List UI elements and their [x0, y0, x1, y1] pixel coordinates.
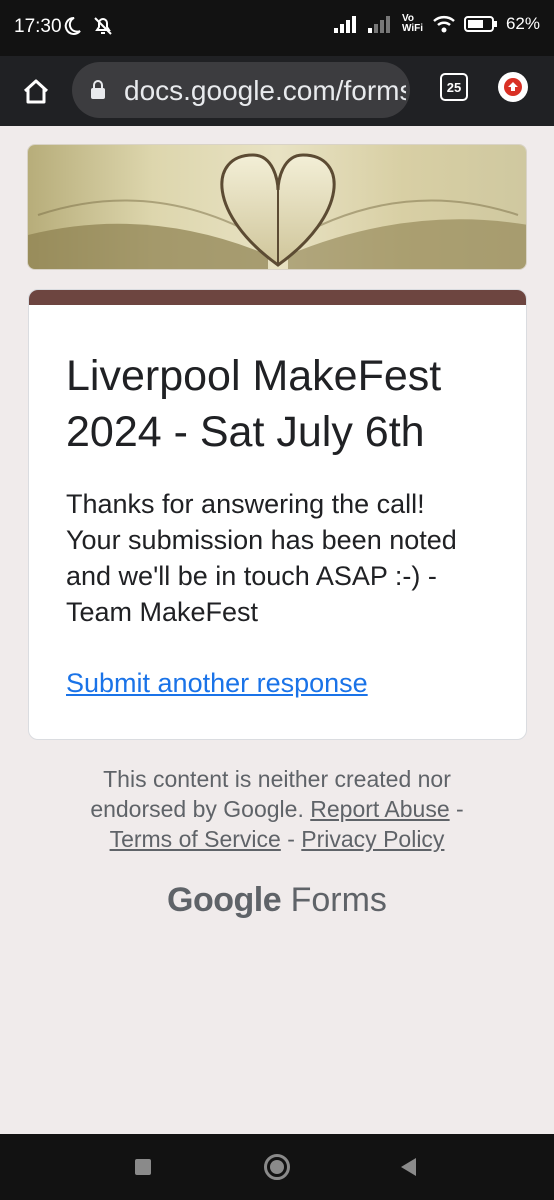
browser-toolbar: docs.google.com/forms 25 [0, 56, 554, 126]
status-icons-left [62, 16, 114, 36]
upload-arrow-icon [504, 78, 522, 96]
submit-another-response-link[interactable]: Submit another response [66, 668, 368, 699]
system-nav-bar [0, 1134, 554, 1200]
card-accent-bar [29, 290, 526, 305]
home-button[interactable] [14, 70, 58, 114]
google-wordmark: Google [167, 881, 282, 919]
form-title: Liverpool MakeFest 2024 - Sat July 6th [66, 352, 442, 456]
url-bar[interactable]: docs.google.com/forms [72, 62, 410, 118]
form-confirmation-card: Liverpool MakeFest 2024 - Sat July 6th T… [28, 289, 527, 740]
report-abuse-link[interactable]: Report Abuse [310, 796, 449, 822]
home-nav-button[interactable] [264, 1154, 290, 1180]
battery-percent: 62% [505, 14, 540, 33]
tab-switcher-button[interactable]: 25 [440, 73, 468, 101]
form-header-image [27, 144, 527, 270]
vowifi-label: Vo WiFi [401, 13, 423, 34]
recents-button[interactable] [135, 1159, 151, 1175]
forms-wordmark: Forms [290, 881, 387, 919]
muted-bell-icon [94, 17, 112, 35]
status-bar: 17:30 Vo WiFi 62% [0, 0, 554, 56]
google-forms-logo[interactable]: Google Forms [0, 881, 554, 920]
home-icon [23, 79, 49, 104]
wifi-icon [433, 16, 455, 33]
moon-icon [64, 16, 81, 35]
signal-icon-secondary [367, 16, 390, 33]
lock-icon [91, 80, 105, 99]
status-time: 17:30 [14, 16, 62, 37]
signal-icon [333, 16, 356, 33]
open-book-heart-image [28, 145, 526, 269]
back-button[interactable] [401, 1158, 416, 1176]
footer-disclaimer: This content is neither created nor endo… [90, 766, 464, 852]
battery-icon [463, 16, 497, 32]
update-button[interactable] [498, 72, 528, 102]
status-right: Vo WiFi 62% [333, 13, 540, 34]
confirmation-message: Thanks for answering the call! Your subm… [66, 489, 457, 627]
url-text: docs.google.com/forms [124, 75, 406, 106]
privacy-policy-link[interactable]: Privacy Policy [301, 826, 444, 852]
terms-of-service-link[interactable]: Terms of Service [110, 826, 281, 852]
